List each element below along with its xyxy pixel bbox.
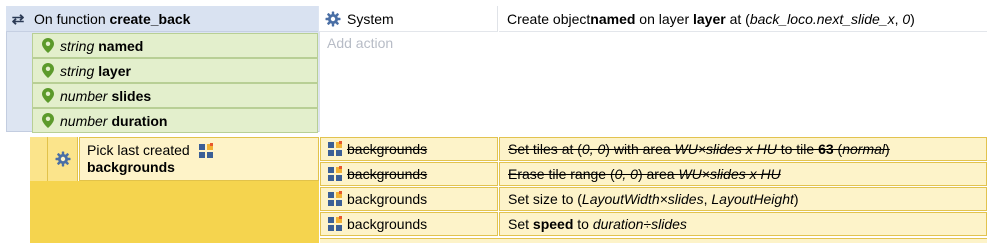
param-name: layer [98, 62, 131, 79]
param-name: slides [111, 87, 152, 104]
action-text-part: WU×slides x HU [678, 166, 781, 182]
action-text-part: Erase tile range ( [508, 166, 615, 182]
tilemap-object-icon [198, 143, 214, 159]
action-text-part: Create object [507, 10, 591, 27]
loop-arrows-icon: ⇄ [11, 10, 25, 28]
map-pin-icon [42, 88, 54, 103]
subevent-condition-area [48, 181, 319, 243]
action-object-name: backgrounds [347, 166, 428, 182]
action-text-part: Set [508, 216, 533, 232]
action-text-part: on layer [635, 10, 693, 27]
action-text-part: LayoutHeight [711, 191, 794, 207]
param-type: number [60, 87, 108, 104]
action-text[interactable]: Create object named on layer layer at (b… [499, 6, 987, 32]
action-text-part: ) [910, 10, 915, 27]
tilemap-object-icon [327, 191, 343, 207]
action-object-name: System [347, 10, 394, 27]
map-pin-icon [42, 113, 54, 128]
action-text-disabled[interactable]: Set tiles at (0, 0) with area WU×slides … [499, 137, 987, 161]
action-text-part: Set size to ( [508, 191, 582, 207]
param-row[interactable]: string layer [32, 58, 318, 83]
action-text-part: ) [793, 191, 799, 207]
action-text-part: speed [532, 216, 574, 232]
action-text-part: to [573, 216, 593, 232]
action-text-part: ) area [637, 166, 679, 182]
add-action-link[interactable]: Add action [327, 35, 393, 51]
map-pin-icon [42, 63, 54, 78]
action-text-part: to tile [776, 141, 819, 157]
action-object-name: backgrounds [347, 191, 428, 207]
param-type: string [60, 62, 95, 79]
function-header[interactable]: ⇄ On function create_back [6, 6, 318, 32]
action-text-part: ) [885, 141, 890, 157]
action-text-part: ( [833, 141, 843, 157]
tilemap-object-icon [327, 166, 343, 182]
subevent-margin-top [30, 137, 48, 181]
action-text-part: named [590, 10, 636, 27]
tilemap-object-icon [327, 216, 343, 232]
action-text-disabled[interactable]: Erase tile range (0, 0) area WU×slides x… [499, 162, 987, 186]
action-text-part: layer [693, 10, 726, 27]
map-pin-icon [42, 38, 54, 53]
action-object-backgrounds[interactable]: backgrounds [320, 162, 498, 186]
action-text-part: 0, 0 [614, 166, 638, 182]
condition-gear-cell[interactable] [48, 137, 78, 181]
action-text-part: at ( [725, 10, 750, 27]
param-row[interactable]: number duration [32, 108, 318, 133]
condition-text: Pick last created [87, 142, 190, 158]
action-object-backgrounds[interactable]: backgrounds [320, 212, 498, 236]
action-text-part: , [703, 191, 712, 207]
function-prefix: On function [34, 10, 106, 27]
gear-icon [325, 11, 341, 27]
function-name: create_back [109, 10, 191, 27]
action-object-name: backgrounds [347, 141, 428, 157]
condition-pick-last-created[interactable]: Pick last created backgrounds [79, 137, 319, 181]
action-text-part: normal [842, 141, 886, 157]
tilemap-object-icon [327, 141, 343, 157]
action-object-backgrounds[interactable]: backgrounds [320, 137, 498, 161]
action-text-part: Set tiles at ( [508, 141, 582, 157]
action-text-part: LayoutWidth×slides [581, 191, 704, 207]
gear-icon [55, 151, 71, 167]
action-text-part: duration÷slides [592, 216, 687, 232]
param-type: string [60, 37, 95, 54]
param-type: number [60, 112, 108, 129]
action-object-backgrounds[interactable]: backgrounds [320, 187, 498, 211]
param-name: named [98, 37, 144, 54]
action-object-name: backgrounds [347, 216, 428, 232]
action-text[interactable]: Set speed to duration÷slides [499, 212, 987, 236]
action-text-part: , [894, 10, 903, 27]
next-action-row-partial [320, 238, 987, 243]
action-object-system[interactable]: System [319, 6, 498, 32]
param-name: duration [111, 112, 168, 129]
action-text[interactable]: Set size to (LayoutWidth×slides, LayoutH… [499, 187, 987, 211]
action-text-part: 0 [902, 10, 911, 27]
action-text-part: 63 [818, 141, 834, 157]
condition-object-name: backgrounds [87, 159, 175, 176]
action-text-part: back_loco.next_slide_x [749, 10, 895, 27]
action-text-part: WU×slides x HU [674, 141, 777, 157]
param-row[interactable]: number slides [32, 83, 318, 108]
param-row[interactable]: string named [32, 33, 318, 58]
action-text-part: 0, 0 [581, 141, 606, 157]
action-text-part: ) with area [605, 141, 675, 157]
